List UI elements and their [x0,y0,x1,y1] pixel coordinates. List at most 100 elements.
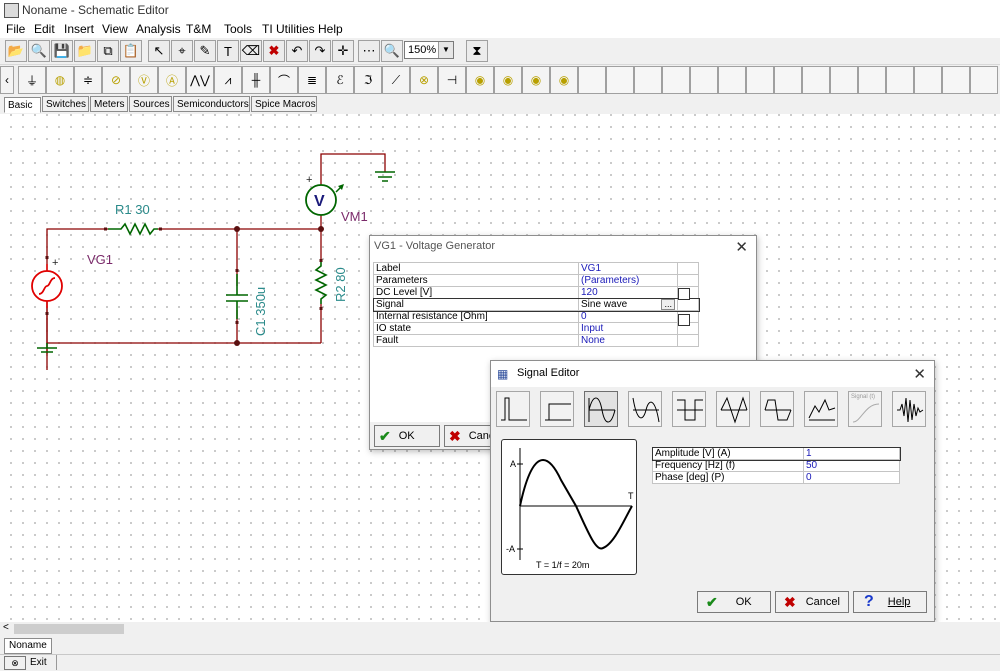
menu-tools[interactable]: Tools [224,22,252,36]
empty-slot-icon[interactable] [886,66,914,94]
ammeter-icon[interactable]: Ⓐ [158,66,186,94]
document-tab[interactable]: Noname [4,638,52,654]
text-icon[interactable]: T [217,40,239,62]
triangle-wave-button[interactable] [716,391,750,427]
ellipsis-button[interactable]: ... [661,299,675,310]
open-folder-icon[interactable]: 📂 [5,40,27,62]
table-row[interactable]: Phase [deg] (P) 0 [652,471,900,484]
ground-symbol[interactable] [375,171,395,182]
exit-label[interactable]: Exit [30,657,47,668]
table-row[interactable]: Internal resistance [Ohm] 0 [373,310,699,323]
table-row[interactable]: Amplitude [V] (A) 1 [651,446,901,461]
wire-icon[interactable]: ⌖ [171,40,193,62]
scrollbar-thumb[interactable] [14,624,124,634]
erase-icon[interactable]: ⌫ [240,40,262,62]
zoom-icon[interactable]: 🔍 [381,40,403,62]
table-row[interactable]: Signal Sine wave... [372,297,700,312]
vcvs-icon[interactable]: ◉ [494,66,522,94]
zoom-select[interactable]: 150% ▼ [404,41,454,59]
empty-slot-icon[interactable] [970,66,998,94]
trapezoid-wave-button[interactable] [760,391,794,427]
horizontal-scrollbar[interactable]: < [0,622,1000,636]
cancel-button[interactable]: ✖ Cancel [775,591,849,613]
paste-icon[interactable]: 📋 [120,40,142,62]
component-tool-icon[interactable]: ⧗ [466,40,488,62]
ok-button[interactable]: ✔ OK [697,591,771,613]
resistor-r1[interactable] [108,222,158,236]
menu-view[interactable]: View [102,22,128,36]
piecewise-wave-button[interactable] [804,391,838,427]
table-row[interactable]: DC Level [V] 120 [373,286,699,299]
capacitor-c1[interactable] [226,274,248,319]
select-arrow-icon[interactable]: ↖ [148,40,170,62]
table-row[interactable]: Parameters (Parameters) [373,274,699,287]
voltmeter-vm1[interactable] [305,184,344,216]
tab-basic[interactable]: Basic [4,97,41,113]
magnify-open-icon[interactable]: 🔍 [28,40,50,62]
cosine-wave-button[interactable] [628,391,662,427]
tab-sources[interactable]: Sources [129,96,172,112]
ok-button[interactable]: ✔ OK [374,425,440,447]
inductor-icon[interactable]: ⌒ [270,66,298,94]
tab-semiconductors[interactable]: Semiconductors [173,96,250,112]
close-icon[interactable]: ✕ [913,365,926,383]
coupled-icon[interactable]: ℑ [354,66,382,94]
empty-slot-icon[interactable] [746,66,774,94]
transformer-icon[interactable]: ≣ [298,66,326,94]
empty-slot-icon[interactable] [662,66,690,94]
row-value[interactable]: None [578,334,678,347]
step-wave-button[interactable] [540,391,574,427]
voltmeter-icon[interactable]: Ⓥ [130,66,158,94]
empty-slot-icon[interactable] [718,66,746,94]
menu-edit[interactable]: Edit [34,22,55,36]
copy-icon[interactable]: ⧉ [97,40,119,62]
table-row[interactable]: Fault None [373,334,699,347]
table-row[interactable]: IO state Input [373,322,699,335]
polarized-cap-icon[interactable]: ⊣ [438,66,466,94]
pulse-wave-button[interactable] [496,391,530,427]
row-value[interactable]: 50 [803,459,900,472]
empty-slot-icon[interactable] [914,66,942,94]
cccs-icon[interactable]: ◉ [522,66,550,94]
table-row[interactable]: Label VG1 [373,262,699,275]
ccvs-icon[interactable]: ◉ [550,66,578,94]
close-icon[interactable]: ✕ [735,238,748,256]
potentiometer-icon[interactable]: ⩘ [214,66,242,94]
exit-icon[interactable]: ⊗ [4,656,26,670]
scroll-left-icon[interactable]: ‹ [0,66,14,94]
row-value[interactable]: Input [578,322,678,335]
pencil-icon[interactable]: ✎ [194,40,216,62]
menu-file[interactable]: File [6,22,25,36]
coupled-inductor-icon[interactable]: ℰ [326,66,354,94]
folder-icon[interactable]: 📁 [74,40,96,62]
tab-switches[interactable]: Switches [42,96,89,112]
redo-icon[interactable]: ↷ [309,40,331,62]
voltage-source-icon[interactable]: ◍ [46,66,74,94]
crosshair-icon[interactable]: ✛ [332,40,354,62]
delete-icon[interactable]: ✖ [263,40,285,62]
row-value[interactable]: Sine wave... [578,298,678,311]
lamp-icon[interactable]: ⊗ [410,66,438,94]
grid-icon[interactable]: ⋯ [358,40,380,62]
empty-slot-icon[interactable] [690,66,718,94]
menu-insert[interactable]: Insert [64,22,94,36]
row-value[interactable]: 0 [578,310,678,323]
empty-slot-icon[interactable] [606,66,634,94]
empty-slot-icon[interactable] [830,66,858,94]
empty-slot-icon[interactable] [942,66,970,94]
capacitor-icon[interactable]: ╫ [242,66,270,94]
square-wave-button[interactable] [672,391,706,427]
resistor-r2[interactable] [314,262,328,304]
row-value[interactable]: (Parameters) [578,274,678,287]
table-row[interactable]: Frequency [Hz] (f) 50 [652,459,900,472]
row-value[interactable]: 120 [578,286,678,299]
empty-slot-icon[interactable] [578,66,606,94]
menu-ti-utilities[interactable]: TI Utilities [262,22,315,36]
row-value[interactable]: 1 [803,447,900,460]
internal-resistance-checkbox[interactable] [678,314,690,326]
row-value[interactable]: 0 [803,471,900,484]
current-source-icon[interactable]: ⊘ [102,66,130,94]
empty-slot-icon[interactable] [634,66,662,94]
signal-t-button[interactable]: Signal (t) [848,391,882,427]
battery-icon[interactable]: ≑ [74,66,102,94]
